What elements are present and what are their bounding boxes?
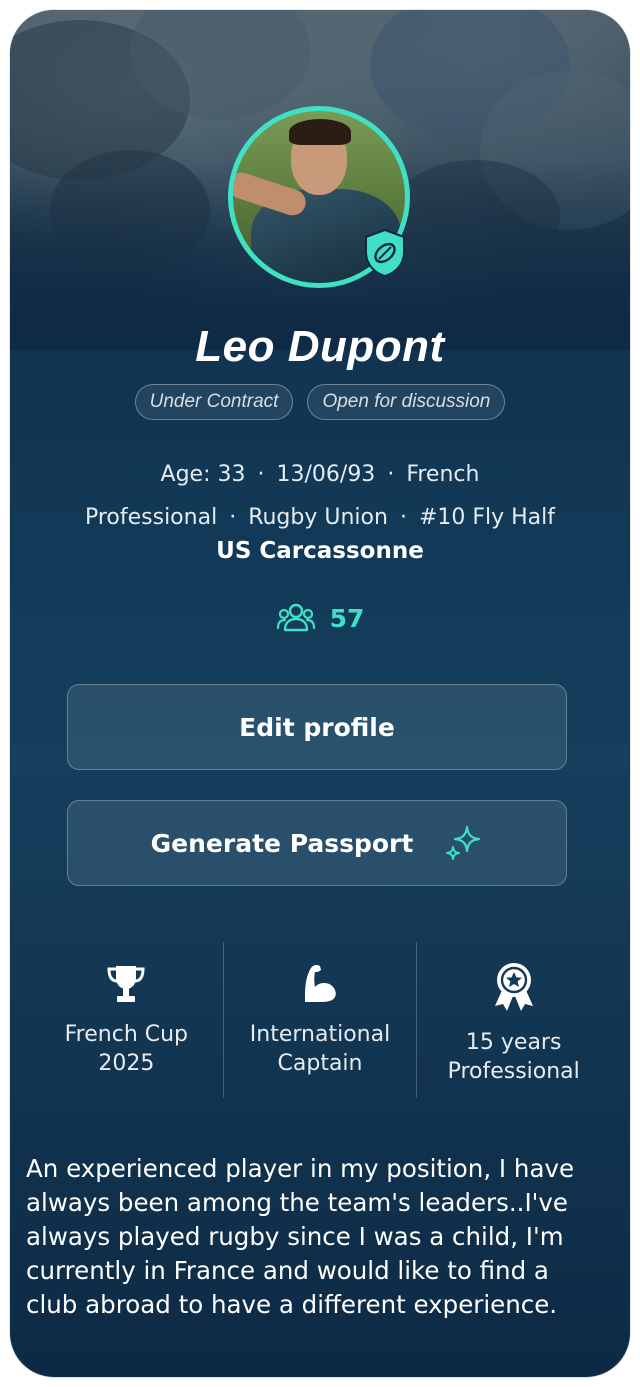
club-name: US Carcassonne — [216, 538, 424, 564]
flexed-bicep-icon — [305, 964, 336, 1002]
sport-text: Rugby Union — [248, 505, 388, 530]
profile-screen: Leo Dupont Under Contract Open for discu… — [10, 10, 630, 1377]
status-tags: Under Contract Open for discussion — [10, 384, 630, 420]
level-text: Professional — [84, 505, 218, 530]
award-medal-icon — [494, 963, 533, 1011]
sparkles-icon — [446, 825, 481, 860]
users-icon — [276, 603, 315, 632]
achievement-item: 15 years Professional — [416, 942, 610, 1098]
player-bio: An experienced player in my position, I … — [26, 1154, 575, 1319]
availability-badge: Open for discussion — [307, 384, 506, 420]
followers-link[interactable]: 57 — [10, 602, 630, 634]
generate-passport-button[interactable]: Generate Passport — [67, 800, 567, 886]
nationality-text: French — [406, 462, 480, 487]
position-text: #10 Fly Half — [418, 505, 556, 530]
contract-status-badge: Under Contract — [134, 384, 294, 420]
rugby-ball-shield-icon — [365, 228, 405, 278]
edit-profile-label: Edit profile — [239, 712, 395, 742]
followers-count: 57 — [329, 603, 365, 633]
player-name: Leo Dupont — [195, 322, 445, 371]
age-text: Age: 33 — [160, 462, 246, 487]
trophy-icon — [107, 966, 145, 1002]
achievement-label: 15 years Professional — [447, 1030, 580, 1084]
achievement-item: International Captain — [222, 942, 417, 1098]
achievement-label: French Cup 2025 — [64, 1022, 189, 1076]
achievement-label: International Captain — [249, 1022, 391, 1076]
generate-passport-label: Generate Passport — [150, 828, 414, 858]
avatar[interactable] — [228, 106, 410, 288]
achievement-item: French Cup 2025 — [30, 942, 223, 1098]
birthdate-text: 13/06/93 — [276, 462, 376, 487]
personal-info: Age: 33 · 13/06/93 · French — [160, 462, 480, 487]
achievements-row: French Cup 2025 International Captain 15… — [30, 942, 610, 1098]
edit-profile-button[interactable]: Edit profile — [67, 684, 567, 770]
career-info: Professional · Rugby Union · #10 Fly Half — [84, 505, 556, 530]
